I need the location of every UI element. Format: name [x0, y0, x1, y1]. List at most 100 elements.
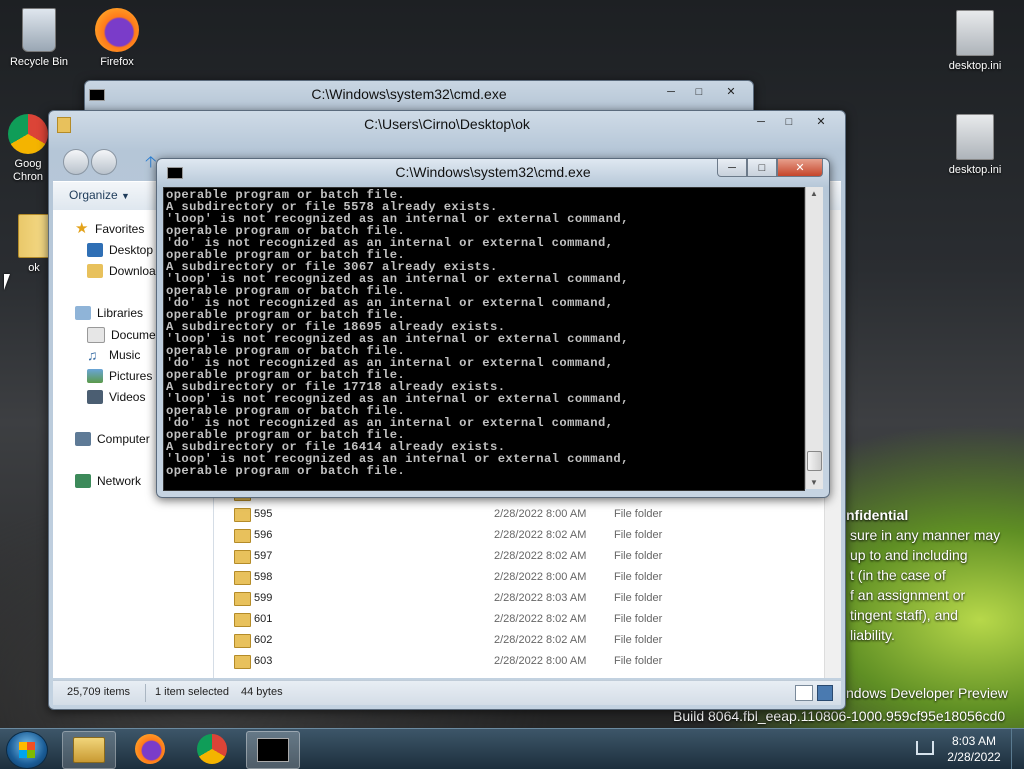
row-name: 603 [254, 655, 273, 667]
console-output[interactable]: operable program or batch file. A subdir… [163, 187, 805, 491]
table-row[interactable]: 599 2/28/2022 8:03 AM File folder [214, 588, 823, 609]
libraries-label: Libraries [97, 306, 144, 320]
folder-icon [234, 655, 251, 669]
start-button[interactable] [6, 731, 48, 769]
console-scrollbar[interactable]: ▲ ▼ [805, 187, 823, 489]
pictures-label: Pictures [109, 369, 153, 383]
up-arrow-icon[interactable]: 🡡 [145, 151, 157, 178]
tree-documents[interactable]: Documen [87, 327, 162, 343]
cmd-small-icon [89, 89, 105, 101]
firefox-icon [95, 8, 139, 52]
clock[interactable]: 8:03 AM 2/28/2022 [944, 733, 1004, 765]
downloads-icon [87, 264, 103, 278]
chrome-icon [8, 114, 48, 154]
explorer-titlebar[interactable]: C:\Users\Cirno\Desktop\ok ─ □ ✕ [49, 111, 845, 137]
table-row[interactable]: 602 2/28/2022 8:02 AM File folder [214, 630, 823, 651]
row-date: 2/28/2022 8:00 AM [494, 655, 587, 667]
pictures-icon [87, 369, 103, 383]
status-bar: 25,709 items 1 item selected 44 bytes [53, 680, 841, 705]
row-date: 2/28/2022 8:02 AM [494, 550, 587, 562]
desktop-icon [87, 243, 103, 257]
tree-favorites[interactable]: ★ Favorites [75, 221, 145, 236]
maximize-button[interactable]: □ [685, 83, 713, 100]
taskbar-chrome[interactable] [186, 731, 238, 767]
folder-icon [234, 613, 251, 627]
scroll-down-arrow[interactable]: ▼ [810, 478, 818, 487]
network-tray-icon[interactable] [916, 741, 934, 755]
folder-icon [234, 571, 251, 585]
table-row[interactable]: 596 2/28/2022 8:02 AM File folder [214, 525, 823, 546]
firefox-desktop-icon[interactable]: Firefox [82, 8, 152, 68]
row-name: 598 [254, 571, 273, 583]
table-row[interactable]: 601 2/28/2022 8:02 AM File folder [214, 609, 823, 630]
folder-icon [234, 508, 251, 522]
table-row[interactable]: 597 2/28/2022 8:02 AM File folder [214, 546, 823, 567]
table-row[interactable]: 598 2/28/2022 8:00 AM File folder [214, 567, 823, 588]
tree-downloads[interactable]: Download [87, 264, 162, 278]
cmd-titlebar[interactable]: C:\Windows\system32\cmd.exe ─ □ ✕ [157, 159, 829, 185]
back-cmd-titlebar[interactable]: C:\Windows\system32\cmd.exe ─ □ ✕ [85, 81, 753, 107]
folder-small-icon [57, 117, 71, 133]
documents-label: Documen [111, 328, 163, 342]
row-name: 602 [254, 634, 273, 646]
minimize-button[interactable]: ─ [747, 113, 775, 130]
maximize-button[interactable]: □ [747, 159, 777, 177]
maximize-button[interactable]: □ [775, 113, 803, 130]
gear-file-icon [956, 114, 994, 160]
table-row[interactable]: 595 2/28/2022 8:00 AM File folder [214, 504, 823, 525]
back-button[interactable] [63, 149, 89, 175]
taskbar-explorer[interactable] [62, 731, 116, 769]
row-date: 2/28/2022 8:02 AM [494, 634, 587, 646]
build-string-label: Build 8064.fbl_eeap.110806-1000.959cf95e… [673, 708, 1006, 724]
network-icon [75, 474, 91, 488]
row-name: 596 [254, 529, 273, 541]
table-row[interactable]: 603 2/28/2022 8:00 AM File folder [214, 651, 823, 672]
recycle-bin-icon[interactable]: Recycle Bin [4, 8, 74, 68]
close-button[interactable]: ✕ [803, 113, 839, 130]
close-button[interactable]: ✕ [713, 83, 749, 100]
scroll-up-arrow[interactable]: ▲ [810, 189, 818, 198]
folder-icon [234, 634, 251, 648]
selection-count: 1 item selected [155, 686, 229, 698]
desktop-ini-icon-2[interactable]: desktop.ini [940, 114, 1010, 176]
scroll-thumb[interactable] [807, 451, 822, 471]
recycle-bin-label: Recycle Bin [9, 56, 69, 68]
row-date: 2/28/2022 8:02 AM [494, 613, 587, 625]
row-name: 595 [254, 508, 273, 520]
close-button[interactable]: ✕ [777, 159, 823, 177]
minimize-button[interactable]: ─ [717, 159, 747, 177]
row-type: File folder [614, 508, 663, 520]
tree-computer[interactable]: Computer [75, 432, 150, 446]
favorites-label: Favorites [95, 222, 145, 236]
row-type: File folder [614, 592, 663, 604]
taskbar-cmd[interactable] [246, 731, 300, 769]
details-view-icon[interactable] [795, 685, 813, 701]
chrome-icon [197, 734, 227, 764]
minimize-button[interactable]: ─ [657, 83, 685, 100]
tree-videos[interactable]: Videos [87, 390, 145, 404]
taskbar: 8:03 AM 2/28/2022 [0, 728, 1024, 769]
forward-button[interactable] [91, 149, 117, 175]
row-type: File folder [614, 613, 663, 625]
tree-pictures[interactable]: Pictures [87, 369, 152, 383]
folder-icon [234, 550, 251, 564]
tree-libraries[interactable]: Libraries [75, 306, 143, 320]
confidential-line: tingent staff), and [850, 607, 958, 623]
desktop-label: Desktop [109, 243, 154, 257]
tree-desktop[interactable]: Desktop [87, 243, 153, 257]
tree-network[interactable]: Network [75, 474, 141, 488]
show-desktop-button[interactable] [1011, 729, 1024, 769]
row-name: 597 [254, 550, 273, 562]
taskbar-firefox[interactable] [124, 731, 176, 767]
organize-button[interactable]: Organize ▼ [69, 188, 130, 202]
large-icons-view-icon[interactable] [817, 685, 833, 701]
desktop-ini-icon-1[interactable]: desktop.ini [940, 10, 1010, 72]
tree-music[interactable]: ♫ Music [87, 348, 140, 362]
selection-size: 44 bytes [241, 686, 283, 698]
cmd-small-icon [167, 167, 183, 179]
cmd-window[interactable]: C:\Windows\system32\cmd.exe ─ □ ✕ operab… [156, 158, 830, 498]
documents-icon [87, 327, 105, 343]
folder-icon [234, 592, 251, 606]
confidential-line: t (in the case of [850, 567, 946, 583]
network-label: Network [97, 474, 142, 488]
